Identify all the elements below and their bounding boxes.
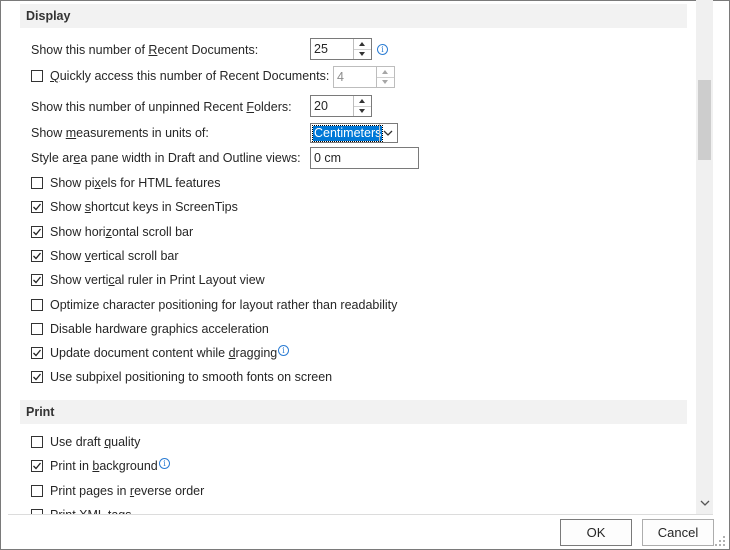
chevron-down-icon[interactable] bbox=[700, 499, 710, 507]
option-checkbox[interactable] bbox=[31, 298, 43, 311]
cancel-button[interactable]: Cancel bbox=[642, 519, 714, 546]
resize-grip-icon[interactable] bbox=[714, 535, 726, 547]
option-label: Show vertical scroll bar bbox=[50, 248, 179, 263]
checkmark-icon bbox=[33, 228, 42, 236]
section-header-display: Display bbox=[20, 4, 687, 28]
vertical-scrollbar[interactable] bbox=[696, 0, 713, 514]
recent-documents-spinner[interactable]: 25 bbox=[310, 38, 372, 60]
quick-access-spinner[interactable]: 4 bbox=[333, 66, 395, 88]
option-checkbox[interactable] bbox=[31, 177, 43, 189]
option-checkbox[interactable] bbox=[31, 225, 43, 238]
spin-down-button[interactable] bbox=[354, 106, 371, 116]
checkmark-icon bbox=[33, 276, 42, 284]
info-icon[interactable]: i bbox=[278, 345, 289, 357]
style-area-label: Style area pane width in Draft and Outli… bbox=[31, 151, 301, 165]
chevron-up-icon bbox=[359, 99, 365, 103]
option-label: Show horizontal scroll bar bbox=[50, 224, 194, 239]
recent-folders-value[interactable]: 20 bbox=[314, 96, 328, 116]
option-checkbox[interactable] bbox=[31, 484, 43, 497]
info-icon[interactable]: i bbox=[377, 44, 388, 55]
option-checkbox[interactable] bbox=[31, 371, 43, 384]
measurement-units-label: Show measurements in units of: bbox=[31, 126, 209, 140]
checkmark-icon bbox=[33, 373, 42, 381]
option-label: Print in background bbox=[50, 459, 158, 474]
style-area-width-input[interactable]: 0 cm bbox=[310, 147, 419, 169]
quick-access-checkbox[interactable] bbox=[31, 70, 43, 82]
quick-access-label: Quickly access this number of Recent Doc… bbox=[50, 69, 330, 83]
option-label: Optimize character positioning for layou… bbox=[50, 297, 398, 312]
chevron-up-icon bbox=[359, 42, 365, 46]
option-label: Print pages in reverse order bbox=[50, 483, 205, 498]
recent-documents-value[interactable]: 25 bbox=[314, 39, 328, 59]
option-label: Disable hardware graphics acceleration bbox=[50, 321, 269, 336]
measurement-units-select[interactable]: Centimeters bbox=[310, 123, 398, 143]
option-label: Use subpixel positioning to smooth fonts… bbox=[50, 370, 333, 385]
section-header-print: Print bbox=[20, 400, 687, 424]
option-checkbox[interactable] bbox=[31, 347, 43, 360]
chevron-down-icon bbox=[383, 130, 393, 136]
option-label: Print XML tags bbox=[50, 505, 132, 514]
quick-access-value: 4 bbox=[337, 70, 344, 84]
scrollbar-thumb[interactable] bbox=[698, 80, 711, 160]
spin-down-button[interactable] bbox=[377, 77, 394, 87]
dropdown-button[interactable] bbox=[379, 124, 397, 142]
option-checkbox[interactable] bbox=[31, 436, 43, 448]
chevron-down-icon bbox=[359, 109, 365, 113]
recent-folders-label: Show this number of unpinned Recent Fold… bbox=[31, 100, 292, 114]
option-label: Show vertical ruler in Print Layout view bbox=[50, 273, 265, 288]
option-checkbox[interactable] bbox=[31, 460, 43, 473]
divider bbox=[8, 514, 713, 515]
recent-documents-label: Show this number of Recent Documents: bbox=[31, 43, 259, 57]
options-scroll-area: Display Show this number of Recent Docum… bbox=[8, 0, 696, 514]
option-checkbox[interactable] bbox=[31, 322, 43, 335]
chevron-down-icon bbox=[359, 52, 365, 56]
option-label: Use draft quality bbox=[50, 435, 141, 449]
option-checkbox[interactable] bbox=[31, 249, 43, 262]
checkmark-icon bbox=[33, 349, 42, 357]
chevron-down-icon bbox=[382, 80, 388, 84]
info-icon[interactable]: i bbox=[159, 458, 170, 470]
chevron-up-icon bbox=[382, 70, 388, 74]
option-label: Show shortcut keys in ScreenTips bbox=[50, 200, 238, 215]
checkmark-icon bbox=[33, 462, 42, 470]
option-label: Show pixels for HTML features bbox=[50, 176, 221, 190]
spin-down-button[interactable] bbox=[354, 49, 371, 59]
option-checkbox[interactable] bbox=[31, 201, 43, 214]
option-checkbox[interactable] bbox=[31, 274, 43, 287]
ok-button[interactable]: OK bbox=[560, 519, 632, 546]
checkmark-icon bbox=[33, 203, 42, 211]
measurement-units-value[interactable]: Centimeters bbox=[311, 125, 384, 142]
recent-folders-spinner[interactable]: 20 bbox=[310, 95, 372, 117]
option-label: Update document content while dragging bbox=[50, 346, 278, 361]
checkmark-icon bbox=[33, 252, 42, 260]
